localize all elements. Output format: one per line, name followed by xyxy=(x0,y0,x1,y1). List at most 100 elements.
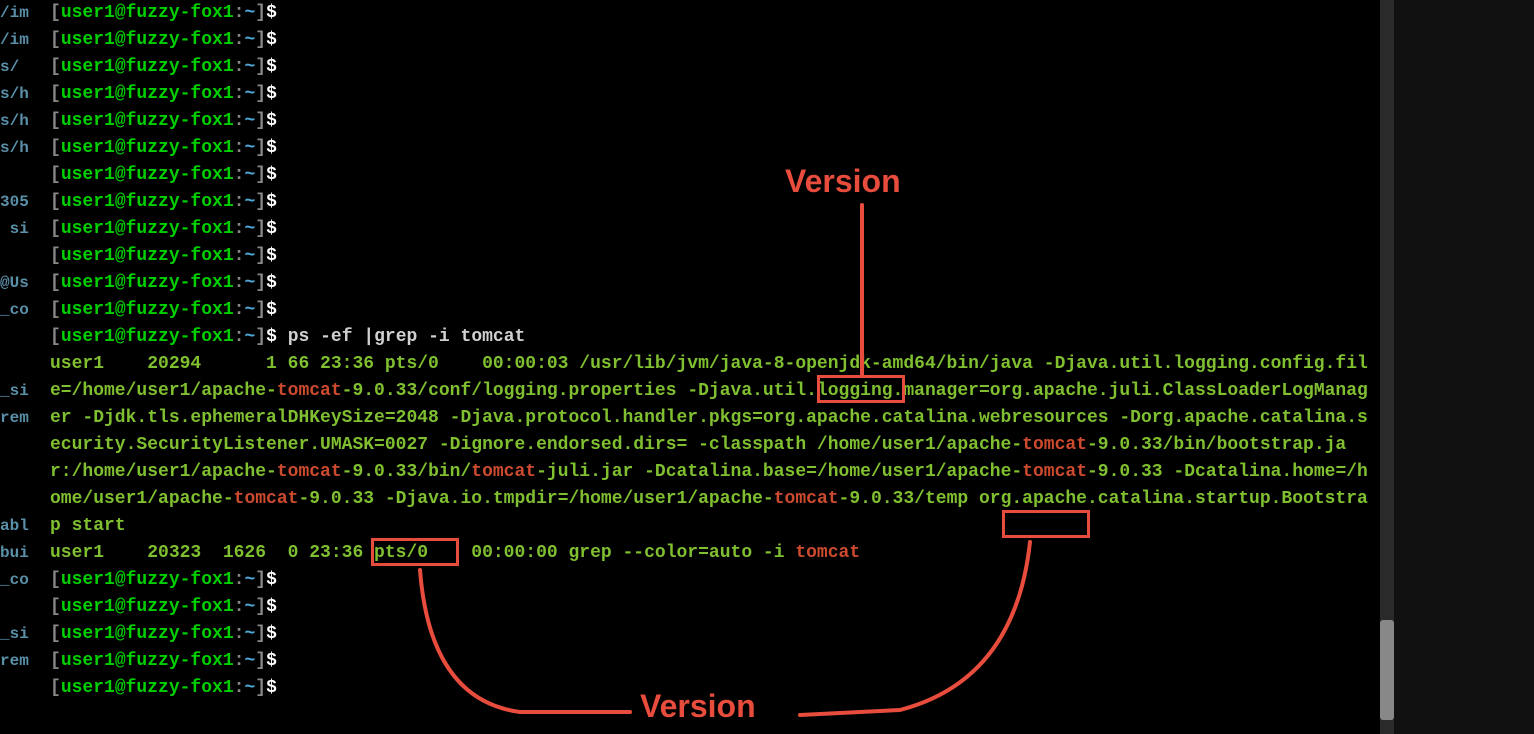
bracket-open: [ xyxy=(50,651,61,671)
tomcat-highlight: tomcat xyxy=(471,462,536,482)
prompt-sep: : xyxy=(234,597,245,617)
prompt-path: ~ xyxy=(244,597,255,617)
prompt-path: ~ xyxy=(244,138,255,158)
prompt-line[interactable]: [user1@fuzzy-fox1:~]$ xyxy=(50,648,1370,675)
prompt-sep: : xyxy=(234,624,245,644)
prompt-symbol: $ xyxy=(266,30,277,50)
prompt-symbol: $ xyxy=(266,597,277,617)
tomcat-highlight: tomcat xyxy=(774,489,839,509)
prompt-symbol: $ xyxy=(266,651,277,671)
prompt-path: ~ xyxy=(244,246,255,266)
bracket-open: [ xyxy=(50,246,61,266)
bracket-open: [ xyxy=(50,3,61,23)
prompt-line[interactable]: [user1@fuzzy-fox1:~]$ xyxy=(50,216,1370,243)
right-panel xyxy=(1394,0,1534,734)
prompt-path: ~ xyxy=(244,30,255,50)
prompt-line[interactable]: [user1@fuzzy-fox1:~]$ xyxy=(50,27,1370,54)
prompt-line[interactable]: [user1@fuzzy-fox1:~]$ xyxy=(50,189,1370,216)
prompt-path: ~ xyxy=(244,327,255,347)
prompt-path: ~ xyxy=(244,300,255,320)
prompt-sep: : xyxy=(234,3,245,23)
terminal-area[interactable]: [user1@fuzzy-fox1:~]$[user1@fuzzy-fox1:~… xyxy=(50,0,1370,734)
prompt-line[interactable]: [user1@fuzzy-fox1:~]$ xyxy=(50,567,1370,594)
prompt-line[interactable]: [user1@fuzzy-fox1:~]$ xyxy=(50,54,1370,81)
prompt-path: ~ xyxy=(244,84,255,104)
prompt-sep: : xyxy=(234,111,245,131)
user-host: user1@fuzzy-fox1 xyxy=(61,192,234,212)
ps-output-grep: user1 20323 1626 0 23:36 pts/0 00:00:00 … xyxy=(50,540,1370,567)
bracket-open: [ xyxy=(50,219,61,239)
prompt-line[interactable]: [user1@fuzzy-fox1:~]$ xyxy=(50,594,1370,621)
bracket-close: ] xyxy=(255,192,266,212)
user-host: user1@fuzzy-fox1 xyxy=(61,246,234,266)
bracket-close: ] xyxy=(255,165,266,185)
prompt-symbol: $ xyxy=(266,300,277,320)
prompt-path: ~ xyxy=(244,219,255,239)
bracket-open: [ xyxy=(50,597,61,617)
tomcat-highlight: tomcat xyxy=(234,489,299,509)
bracket-close: ] xyxy=(255,3,266,23)
user-host: user1@fuzzy-fox1 xyxy=(61,165,234,185)
bracket-close: ] xyxy=(255,219,266,239)
prompt-path: ~ xyxy=(244,165,255,185)
bracket-open: [ xyxy=(50,111,61,131)
user-host: user1@fuzzy-fox1 xyxy=(61,30,234,50)
prompt-line[interactable]: [user1@fuzzy-fox1:~]$ xyxy=(50,0,1370,27)
prompt-symbol: $ xyxy=(266,192,277,212)
prompt-line[interactable]: [user1@fuzzy-fox1:~]$ ps -ef |grep -i to… xyxy=(50,324,1370,351)
ps-output: user1 20294 1 66 23:36 pts/0 00:00:03 /u… xyxy=(50,351,1370,540)
prompt-path: ~ xyxy=(244,570,255,590)
prompt-path: ~ xyxy=(244,273,255,293)
prompt-line[interactable]: [user1@fuzzy-fox1:~]$ xyxy=(50,108,1370,135)
prompt-symbol: $ xyxy=(266,273,277,293)
bracket-open: [ xyxy=(50,327,61,347)
bracket-close: ] xyxy=(255,624,266,644)
prompt-line[interactable]: [user1@fuzzy-fox1:~]$ xyxy=(50,675,1370,702)
bracket-open: [ xyxy=(50,165,61,185)
user-host: user1@fuzzy-fox1 xyxy=(61,138,234,158)
prompt-line[interactable]: [user1@fuzzy-fox1:~]$ xyxy=(50,297,1370,324)
prompt-path: ~ xyxy=(244,192,255,212)
prompt-symbol: $ xyxy=(266,138,277,158)
prompt-sep: : xyxy=(234,651,245,671)
prompt-line[interactable]: [user1@fuzzy-fox1:~]$ xyxy=(50,162,1370,189)
user-host: user1@fuzzy-fox1 xyxy=(61,273,234,293)
scrollbar-thumb[interactable] xyxy=(1380,620,1394,720)
tomcat-highlight: tomcat xyxy=(1022,435,1087,455)
prompt-sep: : xyxy=(234,84,245,104)
prompt-path: ~ xyxy=(244,111,255,131)
user-host: user1@fuzzy-fox1 xyxy=(61,624,234,644)
prompt-symbol: $ xyxy=(266,624,277,644)
prompt-path: ~ xyxy=(244,624,255,644)
prompt-symbol: $ xyxy=(266,3,277,23)
bracket-close: ] xyxy=(255,570,266,590)
prompt-sep: : xyxy=(234,246,245,266)
prompt-line[interactable]: [user1@fuzzy-fox1:~]$ xyxy=(50,135,1370,162)
user-host: user1@fuzzy-fox1 xyxy=(61,597,234,617)
user-host: user1@fuzzy-fox1 xyxy=(61,570,234,590)
prompt-symbol: $ xyxy=(266,165,277,185)
bracket-open: [ xyxy=(50,30,61,50)
bracket-close: ] xyxy=(255,246,266,266)
prompt-path: ~ xyxy=(244,678,255,698)
user-host: user1@fuzzy-fox1 xyxy=(61,651,234,671)
user-host: user1@fuzzy-fox1 xyxy=(61,3,234,23)
bracket-close: ] xyxy=(255,273,266,293)
prompt-sep: : xyxy=(234,30,245,50)
tomcat-highlight: tomcat xyxy=(277,381,342,401)
prompt-sep: : xyxy=(234,138,245,158)
bracket-open: [ xyxy=(50,300,61,320)
prompt-line[interactable]: [user1@fuzzy-fox1:~]$ xyxy=(50,81,1370,108)
bracket-close: ] xyxy=(255,138,266,158)
prompt-line[interactable]: [user1@fuzzy-fox1:~]$ xyxy=(50,621,1370,648)
prompt-sep: : xyxy=(234,165,245,185)
prompt-line[interactable]: [user1@fuzzy-fox1:~]$ xyxy=(50,243,1370,270)
prompt-sep: : xyxy=(234,57,245,77)
prompt-symbol: $ xyxy=(266,111,277,131)
user-host: user1@fuzzy-fox1 xyxy=(61,300,234,320)
prompt-symbol: $ xyxy=(266,570,277,590)
prompt-line[interactable]: [user1@fuzzy-fox1:~]$ xyxy=(50,270,1370,297)
prompt-sep: : xyxy=(234,327,245,347)
tomcat-highlight: tomcat xyxy=(277,462,342,482)
bracket-close: ] xyxy=(255,597,266,617)
